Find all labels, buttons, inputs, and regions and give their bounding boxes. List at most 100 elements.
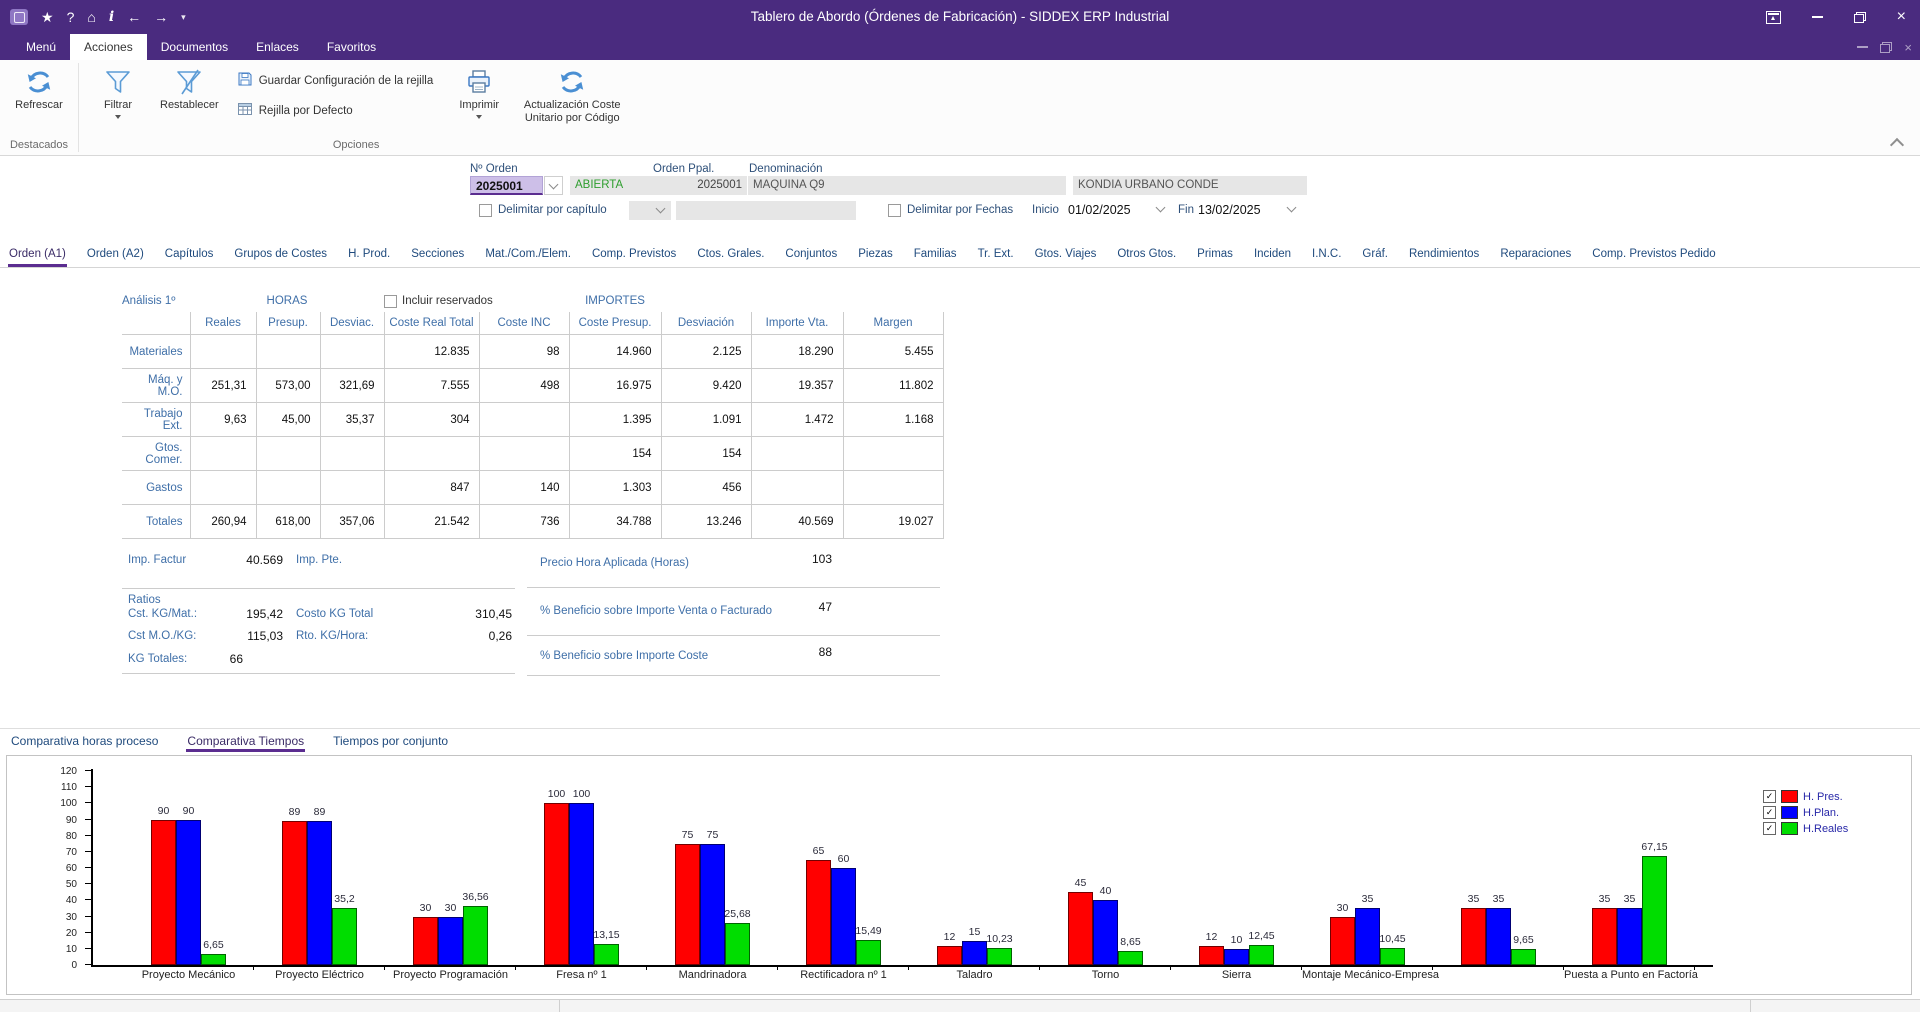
tabstrip-tab[interactable]: Ctos. Grales. — [696, 243, 765, 267]
collapse-ribbon-icon[interactable] — [1890, 138, 1904, 152]
bar-h-pres — [937, 946, 962, 965]
bar-group: 45408,65Torno — [1040, 771, 1171, 986]
legend-checkbox-checked-icon[interactable]: ✓ — [1763, 806, 1776, 819]
order-form: Nº Orden 2025001 ABIERTA Orden Ppal. 202… — [0, 157, 1920, 243]
ribbon-options-icon[interactable] — [1766, 11, 1781, 24]
guardar-configuracion-label: Guardar Configuración de la rejilla — [259, 75, 434, 87]
inicio-date-input[interactable]: 01/02/2025 — [1068, 201, 1131, 220]
category-label: Torno — [1040, 969, 1171, 984]
tabstrip-tab[interactable]: Capítulos — [164, 243, 215, 267]
incluir-reservados-checkbox[interactable] — [384, 295, 397, 308]
chevron-down-icon[interactable] — [1156, 203, 1166, 213]
menu-tab-enlaces[interactable]: Enlaces — [242, 34, 313, 60]
bar-value-label: 30 — [1337, 902, 1349, 914]
child-restore-icon[interactable] — [1880, 42, 1892, 53]
row-label: Máq. y M.O. — [122, 369, 190, 403]
legend-swatch-h-reales — [1781, 822, 1798, 835]
bar-h-plan — [438, 917, 463, 966]
tabstrip-tab[interactable]: Gtos. Viajes — [1034, 243, 1098, 267]
bar-h-reales — [594, 944, 619, 965]
tabstrip-tab[interactable]: Otros Gtos. — [1116, 243, 1177, 267]
tabstrip-tab[interactable]: Tr. Ext. — [977, 243, 1015, 267]
close-icon[interactable]: × — [1897, 9, 1906, 25]
child-close-icon[interactable]: × — [1904, 40, 1912, 55]
tabstrip-tab[interactable]: Secciones — [410, 243, 465, 267]
chevron-down-icon[interactable] — [1287, 203, 1297, 213]
menu-tab-favoritos[interactable]: Favoritos — [313, 34, 390, 60]
imprimir-button[interactable]: Imprimir — [444, 63, 514, 121]
tab-tiempos-por-conjunto[interactable]: Tiempos por conjunto — [332, 729, 449, 752]
tab-comparativa-horas-proceso[interactable]: Comparativa horas proceso — [10, 729, 159, 752]
restore-icon[interactable] — [1854, 12, 1866, 23]
benef-venta-value: 47 — [782, 600, 832, 614]
capitulo-dropdown[interactable] — [629, 201, 671, 220]
bar-value-label: 10 — [1231, 934, 1243, 946]
tabstrip-tab[interactable]: Piezas — [857, 243, 894, 267]
restablecer-button[interactable]: Restablecer — [153, 63, 226, 114]
tabstrip-tab[interactable]: Gráf. — [1361, 243, 1389, 267]
column-header: Coste INC — [479, 312, 569, 335]
bar-value-label: 10,23 — [986, 933, 1012, 945]
tabstrip-tab[interactable]: I.N.C. — [1311, 243, 1342, 267]
bar-group: 10010013,15Fresa nº 1 — [516, 771, 647, 986]
minimize-icon[interactable] — [1812, 16, 1823, 18]
bar-h-plan — [700, 844, 725, 965]
menu-tab-documentos[interactable]: Documentos — [147, 34, 242, 60]
tabstrip-tab[interactable]: Inciden — [1253, 243, 1292, 267]
actualizacion-coste-button[interactable]: Actualización Coste Unitario por Código — [515, 63, 629, 126]
table-row: Gastos 8471401.303456 — [122, 471, 943, 505]
child-minimize-icon[interactable] — [1857, 46, 1868, 48]
tabstrip-tab[interactable]: Grupos de Costes — [233, 243, 328, 267]
no-orden-input[interactable]: 2025001 — [470, 176, 543, 195]
bar-value-label: 35 — [1624, 893, 1636, 905]
tabstrip-tab[interactable]: Familias — [913, 243, 958, 267]
status-segment — [1751, 1000, 1920, 1012]
menu-tab-acciones[interactable]: Acciones — [70, 34, 147, 60]
tabstrip-tab[interactable]: Reparaciones — [1499, 243, 1572, 267]
tabstrip-tab[interactable]: Rendimientos — [1408, 243, 1480, 267]
legend-item: ✓ H. Pres. — [1763, 790, 1848, 803]
bar-h-plan — [1224, 949, 1249, 965]
tabstrip-tab[interactable]: Conjuntos — [784, 243, 838, 267]
tabstrip-tab[interactable]: Orden (A2) — [86, 243, 145, 267]
title-bar: ★ ? ⌂ i ← → ▾ Tablero de Abordo (Órdenes… — [0, 0, 1920, 34]
column-header: Margen — [843, 312, 943, 335]
filtrar-button[interactable]: Filtrar — [83, 63, 153, 121]
tabstrip-tab[interactable]: Primas — [1196, 243, 1234, 267]
tab-orden-a1[interactable]: Orden (A1) — [8, 243, 67, 267]
bar-h-reales — [201, 954, 226, 965]
bar-h-reales — [987, 948, 1012, 965]
delimitar-capitulo-checkbox[interactable] — [479, 204, 492, 217]
rejilla-defecto-button[interactable]: Rejilla por Defecto — [237, 101, 434, 120]
y-tick-label: 40 — [51, 895, 77, 906]
refrescar-button[interactable]: Refrescar — [4, 63, 74, 114]
table-row: Materiales 12.8359814.9602.12518.2905.45… — [122, 335, 943, 369]
fin-date-input[interactable]: 13/02/2025 — [1198, 201, 1261, 220]
guardar-configuracion-button[interactable]: Guardar Configuración de la rejilla — [237, 71, 434, 90]
bar-group: 353567,15Puesta a Punto en Factoría — [1564, 771, 1695, 986]
no-orden-dropdown[interactable] — [544, 176, 563, 195]
bar-chart: 0102030405060708090100110120 90906,65Pro… — [6, 755, 1912, 995]
bar-h-reales — [1642, 856, 1667, 965]
ratios-label: Ratios — [128, 594, 161, 606]
tabstrip-tab[interactable]: Mat./Com./Elem. — [484, 243, 572, 267]
precio-hora-label: Precio Hora Aplicada (Horas) — [540, 557, 689, 569]
menu-tab-menu[interactable]: Menú — [12, 34, 70, 60]
bar-value-label: 65 — [813, 845, 825, 857]
bar-h-plan — [176, 820, 201, 966]
bar-h-reales — [1249, 945, 1274, 965]
tabstrip-tab[interactable]: Comp. Previstos Pedido — [1591, 243, 1716, 267]
legend-label: H. Pres. — [1803, 791, 1843, 803]
tab-comparativa-tiempos[interactable]: Comparativa Tiempos — [186, 729, 305, 752]
filter-clear-icon — [174, 65, 204, 99]
benef-coste-value: 88 — [782, 645, 832, 659]
delimitar-fechas-checkbox[interactable] — [888, 204, 901, 217]
legend-checkbox-checked-icon[interactable]: ✓ — [1763, 822, 1776, 835]
legend-checkbox-checked-icon[interactable]: ✓ — [1763, 790, 1776, 803]
tabstrip-tab[interactable]: H. Prod. — [347, 243, 391, 267]
tabstrip-tab[interactable]: Comp. Previstos — [591, 243, 677, 267]
column-header: Reales — [190, 312, 256, 335]
bar-h-reales — [332, 908, 357, 965]
status-segment — [560, 1000, 1751, 1012]
divider — [122, 673, 515, 674]
